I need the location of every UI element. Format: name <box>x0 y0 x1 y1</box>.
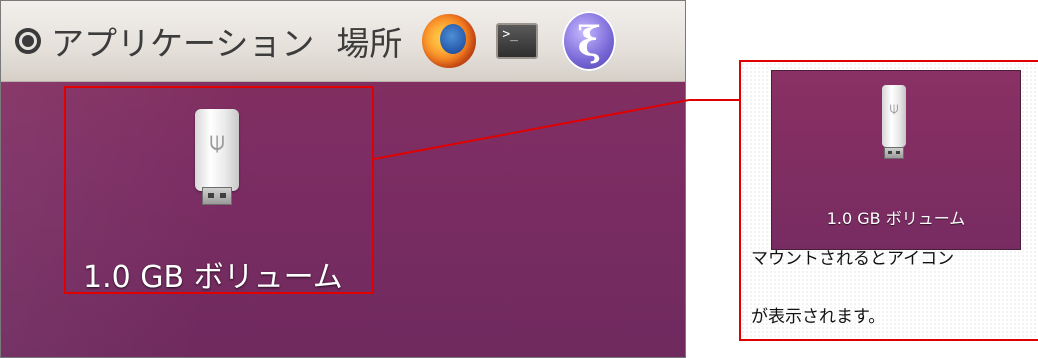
emacs-icon[interactable]: ξ <box>562 11 617 71</box>
caption-line-1: マウントされるとアイコン <box>751 249 955 269</box>
places-menu[interactable]: 場所 <box>336 17 402 65</box>
caption-line-2: が表示されます。 <box>751 307 886 327</box>
usb-drive-icon-zoomed: ⍦ <box>882 85 906 165</box>
terminal-icon[interactable]: >_ <box>496 23 539 59</box>
firefox-icon <box>422 14 477 68</box>
zoom-callout: ⍦ 1.0 GB ボリューム マウントされるとアイコン が表示されます。 <box>739 60 1038 341</box>
applications-menu[interactable]: アプリケーション <box>51 17 314 65</box>
tutorial-figure: アプリケーション 場所 >_ ξ ⍦ 1.0 GB ボリューム ⍦ 1.0 GB… <box>0 0 1038 358</box>
highlight-box <box>64 86 374 294</box>
thumbnail-volume-label: 1.0 GB ボリューム <box>826 209 966 228</box>
top-panel: アプリケーション 場所 >_ ξ <box>1 1 685 82</box>
zoomed-desktop-thumbnail: ⍦ 1.0 GB ボリューム <box>771 70 1021 250</box>
firefox-launcher[interactable] <box>422 13 477 69</box>
ubuntu-logo-icon[interactable] <box>15 28 41 54</box>
